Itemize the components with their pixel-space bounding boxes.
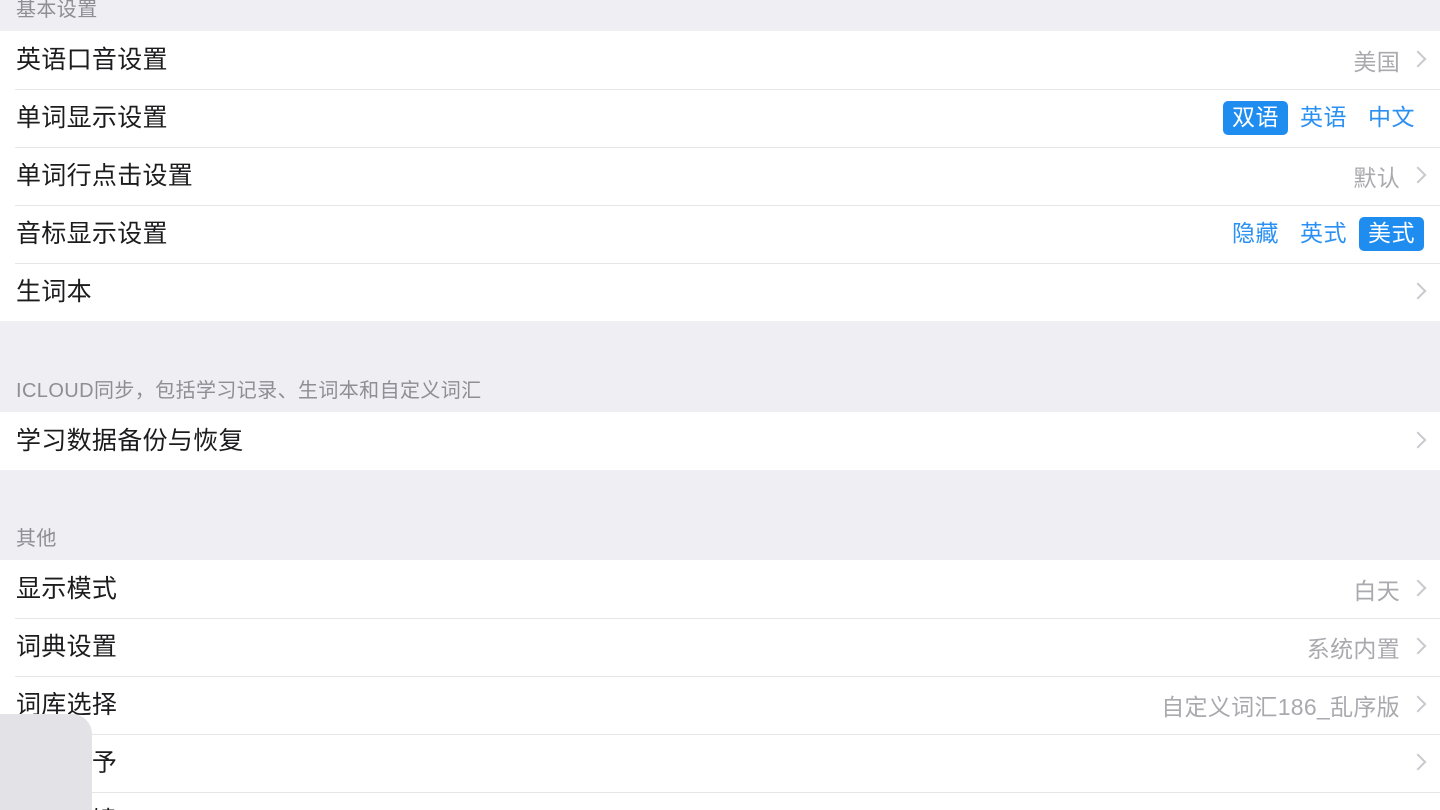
row-wordbank-selection[interactable]: 词库选择 自定义词汇186_乱序版 xyxy=(0,676,1440,734)
segment-word-display-bilingual[interactable]: 双语 xyxy=(1223,101,1288,135)
chevron-right-icon xyxy=(1411,165,1424,187)
settings-group-other: 显示模式 白天 词典设置 系统内置 词库选择 自定义词汇186_乱序版 好评给予 xyxy=(0,560,1440,810)
segment-phonetic-american[interactable]: 美式 xyxy=(1359,217,1424,251)
row-rate-app-label: 好评给予 xyxy=(16,748,118,777)
row-word-tap-action-accessory: 默认 xyxy=(1353,159,1424,193)
row-word-tap-action-label: 单词行点击设置 xyxy=(16,161,194,190)
row-dictionary-settings-value: 系统内置 xyxy=(1306,636,1400,662)
row-display-mode-label: 显示模式 xyxy=(16,574,118,603)
row-dictionary-settings[interactable]: 词典设置 系统内置 xyxy=(0,618,1440,676)
chevron-right-icon xyxy=(1411,636,1424,658)
row-wordbank-selection-label: 词库选择 xyxy=(16,690,118,719)
settings-group-basic: 英语口音设置 美国 单词显示设置 双语 英语 中文 单词行点击设置 默认 音标显… xyxy=(0,31,1440,321)
chevron-right-icon xyxy=(1411,694,1424,716)
word-display-segmented-control[interactable]: 双语 英语 中文 xyxy=(1223,101,1424,135)
segment-phonetic-hidden[interactable]: 隐藏 xyxy=(1223,217,1288,251)
row-rate-app[interactable]: 好评给予 xyxy=(0,734,1440,792)
settings-screen: 基本设置 英语口音设置 美国 单词显示设置 双语 英语 中文 单词行点击设置 默… xyxy=(0,0,1440,810)
section-header-other: 其他 xyxy=(0,515,1440,560)
chevron-right-icon xyxy=(1411,578,1424,600)
phonetic-display-segmented-control[interactable]: 隐藏 英式 美式 xyxy=(1223,217,1424,251)
chevron-right-icon xyxy=(1411,752,1424,774)
section-header-icloud: ICLOUD同步，包括学习记录、生词本和自定义词汇 xyxy=(0,367,1440,412)
row-backup-restore[interactable]: 学习数据备份与恢复 xyxy=(0,412,1440,470)
segment-word-display-chinese[interactable]: 中文 xyxy=(1359,101,1424,135)
row-phonetic-display[interactable]: 音标显示设置 隐藏 英式 美式 xyxy=(0,205,1440,263)
row-feedback[interactable]: 问题反馈 xyxy=(0,792,1440,810)
section-header-other-label: 其他 xyxy=(16,528,57,550)
row-wordbank-selection-value: 自定义词汇186_乱序版 xyxy=(1161,694,1400,720)
row-backup-restore-label: 学习数据备份与恢复 xyxy=(16,426,244,455)
row-display-mode[interactable]: 显示模式 白天 xyxy=(0,560,1440,618)
chevron-right-icon xyxy=(1411,430,1424,452)
row-vocabulary-notebook-label: 生词本 xyxy=(16,277,92,306)
row-english-accent-accessory: 美国 xyxy=(1353,43,1424,77)
row-dictionary-settings-accessory: 系统内置 xyxy=(1307,630,1424,664)
section-header-basic: 基本设置 xyxy=(0,0,1440,31)
row-word-display[interactable]: 单词显示设置 双语 英语 中文 xyxy=(0,89,1440,147)
row-word-tap-action[interactable]: 单词行点击设置 默认 xyxy=(0,147,1440,205)
segment-phonetic-british[interactable]: 英式 xyxy=(1291,217,1356,251)
segment-word-display-english[interactable]: 英语 xyxy=(1291,101,1356,135)
section-header-basic-label: 基本设置 xyxy=(16,0,98,21)
row-display-mode-value: 白天 xyxy=(1353,578,1400,604)
row-display-mode-accessory: 白天 xyxy=(1353,572,1424,606)
row-dictionary-settings-label: 词典设置 xyxy=(16,632,118,661)
chevron-right-icon xyxy=(1411,281,1424,303)
row-english-accent-label: 英语口音设置 xyxy=(16,45,168,74)
row-wordbank-selection-accessory: 自定义词汇186_乱序版 xyxy=(1161,688,1424,722)
section-gap-icloud xyxy=(0,321,1440,367)
row-backup-restore-accessory xyxy=(1400,430,1424,452)
row-phonetic-display-label: 音标显示设置 xyxy=(16,219,168,248)
section-header-icloud-label: ICLOUD同步，包括学习记录、生词本和自定义词汇 xyxy=(16,380,482,402)
section-gap-other xyxy=(0,470,1440,515)
row-rate-app-accessory xyxy=(1400,752,1424,774)
settings-group-icloud: 学习数据备份与恢复 xyxy=(0,412,1440,470)
row-vocabulary-notebook-accessory xyxy=(1400,281,1424,303)
chevron-right-icon xyxy=(1411,49,1424,71)
row-word-display-label: 单词显示设置 xyxy=(16,103,168,132)
row-english-accent[interactable]: 英语口音设置 美国 xyxy=(0,31,1440,89)
row-vocabulary-notebook[interactable]: 生词本 xyxy=(0,263,1440,321)
row-english-accent-value: 美国 xyxy=(1353,49,1400,75)
row-word-tap-action-value: 默认 xyxy=(1353,165,1400,191)
